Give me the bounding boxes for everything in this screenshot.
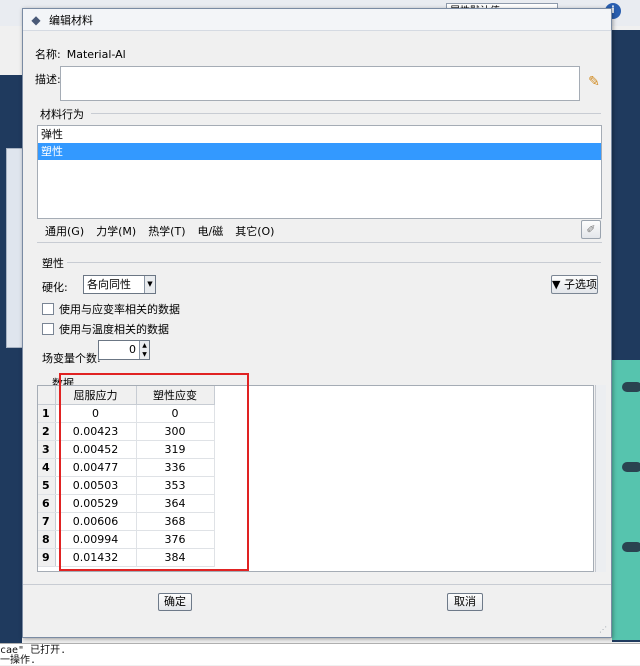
plastic-strain-cell[interactable]: 336 bbox=[136, 458, 215, 477]
plastic-data-table: 屈服应力 塑性应变 1 0 0 2 0.00423 300 3 0.00452 319 4 0.00… bbox=[38, 386, 215, 567]
plastic-strain-cell[interactable]: 353 bbox=[136, 476, 215, 495]
menu-thermal[interactable]: 热学(T) bbox=[148, 223, 185, 239]
temperature-dependent-label: 使用与温度相关的数据 bbox=[59, 323, 169, 336]
material-icon: ◆ bbox=[31, 12, 41, 27]
row-number: 6 bbox=[38, 494, 56, 513]
row-number: 1 bbox=[38, 404, 56, 423]
rate-dependent-row[interactable]: 使用与应变率相关的数据 bbox=[42, 301, 180, 317]
material-behavior-list[interactable]: 弹性 塑性 bbox=[37, 125, 602, 219]
yield-stress-cell[interactable]: 0.00529 bbox=[55, 494, 137, 513]
data-table-container: 屈服应力 塑性应变 1 0 0 2 0.00423 300 3 0.00452 319 4 0.00… bbox=[37, 385, 594, 572]
behavior-item-plastic[interactable]: 塑性 bbox=[38, 143, 601, 160]
row-number: 9 bbox=[38, 548, 56, 567]
hardening-label: 硬化: bbox=[42, 281, 68, 294]
field-variables-value: 0 bbox=[129, 343, 136, 356]
table-row[interactable]: 8 0.00994 376 bbox=[38, 530, 215, 549]
field-variables-spinner[interactable]: 0 ▲ ▼ bbox=[98, 340, 150, 360]
table-row[interactable]: 4 0.00477 336 bbox=[38, 458, 215, 477]
console-line: cae" 已打开. bbox=[0, 645, 67, 656]
group-divider bbox=[91, 113, 601, 114]
hardening-select[interactable]: 各向同性 ▼ bbox=[83, 275, 156, 294]
mesh-model bbox=[612, 360, 640, 640]
plastic-strain-cell[interactable]: 364 bbox=[136, 494, 215, 513]
cancel-button[interactable]: 取消 bbox=[447, 593, 483, 611]
suboptions-button[interactable]: ▼ 子选项 bbox=[551, 275, 598, 294]
row-number-header bbox=[38, 386, 56, 405]
resize-grip-icon[interactable]: ⋰ bbox=[599, 625, 609, 635]
name-row: 名称: Material-Al bbox=[35, 46, 126, 62]
row-number: 3 bbox=[38, 440, 56, 459]
rate-dependent-label: 使用与应变率相关的数据 bbox=[59, 303, 180, 316]
plastic-section-label: 塑性 bbox=[42, 257, 64, 270]
yield-stress-cell[interactable]: 0.00452 bbox=[55, 440, 137, 459]
yield-stress-cell[interactable]: 0.00606 bbox=[55, 512, 137, 531]
field-variables-label: 场变量个数: bbox=[42, 352, 101, 365]
menu-other[interactable]: 其它(O) bbox=[235, 223, 274, 239]
plastic-strain-cell[interactable]: 0 bbox=[136, 404, 215, 423]
row-number: 8 bbox=[38, 530, 56, 549]
table-row[interactable]: 7 0.00606 368 bbox=[38, 512, 215, 531]
behavior-item-elastic[interactable]: 弹性 bbox=[38, 126, 601, 143]
table-row[interactable]: 6 0.00529 364 bbox=[38, 494, 215, 513]
temperature-dependent-row[interactable]: 使用与温度相关的数据 bbox=[42, 321, 169, 337]
menu-mechanical[interactable]: 力学(M) bbox=[96, 223, 136, 239]
yield-stress-cell[interactable]: 0.00477 bbox=[55, 458, 137, 477]
section-divider bbox=[67, 262, 601, 263]
column-header-yield-stress[interactable]: 屈服应力 bbox=[55, 386, 137, 405]
edit-material-dialog: ◆ 编辑材料 名称: Material-Al 描述: ✎ 材料行为 弹性 塑性 通… bbox=[22, 8, 612, 638]
menu-general[interactable]: 通用(G) bbox=[45, 223, 84, 239]
rate-dependent-checkbox[interactable] bbox=[42, 303, 54, 315]
behavior-menu-bar: 通用(G) 力学(M) 热学(T) 电/磁 其它(O) bbox=[37, 221, 577, 241]
edit-description-icon[interactable]: ✎ bbox=[585, 73, 603, 91]
yield-stress-cell[interactable]: 0.01432 bbox=[55, 548, 137, 567]
message-console: cae" 已打开. 一操作. bbox=[0, 643, 640, 666]
mesh-slot bbox=[622, 382, 640, 392]
table-scrollbar[interactable] bbox=[595, 385, 606, 572]
dialog-title: 编辑材料 bbox=[49, 13, 93, 27]
plastic-strain-cell[interactable]: 376 bbox=[136, 530, 215, 549]
yield-stress-cell[interactable]: 0.00994 bbox=[55, 530, 137, 549]
table-row[interactable]: 5 0.00503 353 bbox=[38, 476, 215, 495]
eraser-icon[interactable]: ✐ bbox=[581, 220, 601, 239]
temperature-dependent-checkbox[interactable] bbox=[42, 323, 54, 335]
spinner-arrows-icon[interactable]: ▲ ▼ bbox=[139, 341, 149, 359]
table-row[interactable]: 3 0.00452 319 bbox=[38, 440, 215, 459]
table-row[interactable]: 9 0.01432 384 bbox=[38, 548, 215, 567]
row-number: 4 bbox=[38, 458, 56, 477]
row-number: 5 bbox=[38, 476, 56, 495]
description-field[interactable] bbox=[60, 66, 580, 101]
yield-stress-cell[interactable]: 0.00423 bbox=[55, 422, 137, 441]
hardening-value: 各向同性 bbox=[87, 278, 131, 291]
name-label: 名称: bbox=[35, 48, 61, 61]
mesh-slot bbox=[622, 542, 640, 552]
material-name-field[interactable]: Material-Al bbox=[67, 48, 126, 61]
table-row[interactable]: 100 bbox=[38, 404, 215, 423]
menu-electromagnetic[interactable]: 电/磁 bbox=[198, 223, 224, 239]
plastic-strain-cell[interactable]: 368 bbox=[136, 512, 215, 531]
plastic-strain-cell[interactable]: 319 bbox=[136, 440, 215, 459]
ok-button[interactable]: 确定 bbox=[158, 593, 192, 611]
behavior-group-label: 材料行为 bbox=[40, 108, 84, 121]
column-header-plastic-strain[interactable]: 塑性应变 bbox=[136, 386, 215, 405]
description-label: 描述: bbox=[35, 73, 61, 86]
plastic-strain-cell[interactable]: 384 bbox=[136, 548, 215, 567]
menu-divider bbox=[37, 242, 602, 243]
footer-divider bbox=[23, 584, 611, 585]
table-row[interactable]: 2 0.00423 300 bbox=[38, 422, 215, 441]
dialog-titlebar[interactable]: ◆ 编辑材料 bbox=[23, 9, 611, 31]
yield-stress-cell[interactable]: 0.00503 bbox=[55, 476, 137, 495]
mesh-slot bbox=[622, 462, 640, 472]
plastic-strain-cell[interactable]: 300 bbox=[136, 422, 215, 441]
yield-stress-cell[interactable]: 0 bbox=[55, 404, 137, 423]
row-number: 7 bbox=[38, 512, 56, 531]
row-number: 2 bbox=[38, 422, 56, 441]
chevron-down-icon[interactable]: ▼ bbox=[144, 276, 155, 293]
